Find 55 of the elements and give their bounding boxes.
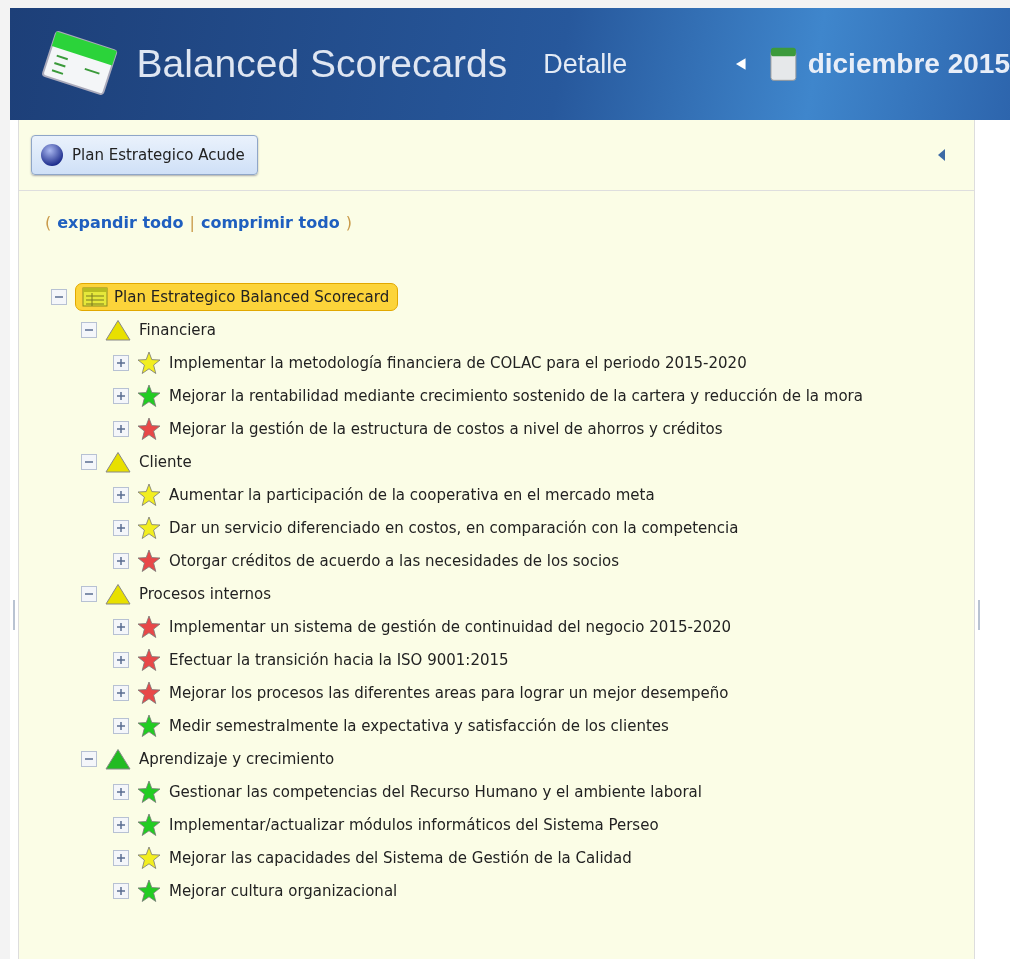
expand-toggle[interactable] [113, 651, 129, 668]
perspective-label[interactable]: Aprendizaje y crecimiento [139, 749, 335, 768]
perspective-label[interactable]: Financiera [139, 320, 216, 339]
objective-label[interactable]: Aumentar la participación de la cooperativa en el mercado meta [169, 485, 655, 504]
scorecard-icon [82, 286, 108, 307]
collapse-toggle[interactable] [81, 321, 97, 338]
collapse-toggle[interactable] [81, 585, 97, 602]
expand-toggle[interactable] [113, 387, 129, 404]
separator-text: | [189, 213, 195, 232]
collapse-toggle[interactable] [81, 750, 97, 767]
expand-toggle[interactable] [113, 849, 129, 866]
objective-label[interactable]: Mejorar cultura organizacional [169, 881, 398, 900]
objective-label[interactable]: Dar un servicio diferenciado en costos, en comparación con la competencia [169, 518, 739, 537]
collapse-toggle[interactable] [81, 453, 97, 470]
expand-toggle[interactable] [113, 354, 129, 371]
previous-arrow-icon[interactable] [735, 57, 747, 71]
collapse-all-link[interactable]: comprimir todo [200, 213, 340, 232]
sphere-icon [40, 143, 64, 167]
view-title: Detalle [543, 48, 628, 80]
objective-label[interactable]: Implementar la metodología financiera de COLAC para el periodo 2015-2020 [169, 353, 747, 372]
plan-button[interactable]: Plan Estrategico Acude [31, 135, 258, 175]
expand-toggle[interactable] [113, 882, 129, 899]
period-label[interactable]: diciembre 2015 [807, 48, 1010, 80]
objective-label[interactable]: Implementar/actualizar módulos informáticos del Sistema Perseo [169, 815, 659, 834]
objective-label[interactable]: Medir semestralmente la expectativa y satisfacción de los clientes [169, 716, 669, 735]
expand-toggle[interactable] [113, 684, 129, 701]
collapse-toggle[interactable] [51, 288, 67, 305]
objective-label[interactable]: Otorgar créditos de acuerdo a las necesidades de los socios [169, 551, 620, 570]
node-label: Plan Estrategico Balanced Scorecard [114, 287, 390, 306]
expand-toggle[interactable] [113, 816, 129, 833]
paren-text: ( [45, 213, 52, 232]
expand-toggle[interactable] [113, 552, 129, 569]
objective-label[interactable]: Gestionar las competencias del Recurso Humano y el ambiente laboral [169, 782, 702, 801]
objective-label[interactable]: Mejorar los procesos las diferentes areas para lograr un mejor desempeño [169, 683, 729, 702]
objective-label[interactable]: Efectuar la transición hacia la ISO 9001:2015 [169, 650, 509, 669]
expand-all-link[interactable]: expandir todo [57, 213, 184, 232]
expand-toggle[interactable] [113, 717, 129, 734]
expand-toggle[interactable] [113, 420, 129, 437]
collapse-arrow-icon[interactable] [937, 148, 946, 162]
objective-label[interactable]: Mejorar la gestión de la estructura de costos a nivel de ahorros y créditos [169, 419, 723, 438]
perspective-label[interactable]: Cliente [139, 452, 192, 471]
expand-toggle[interactable] [113, 618, 129, 635]
tree-node[interactable]: Plan Estrategico Balanced Scorecard [75, 282, 399, 311]
paren-text: ) [345, 213, 352, 232]
expand-toggle[interactable] [113, 519, 129, 536]
app-title: Balanced Scorecards [136, 42, 508, 86]
calendar-icon [768, 45, 798, 83]
expand-toggle[interactable] [113, 486, 129, 503]
perspective-label[interactable]: Procesos internos [139, 584, 272, 603]
objective-label[interactable]: Mejorar las capacidades del Sistema de Gestión de la Calidad [169, 848, 632, 867]
expand-toggle[interactable] [113, 783, 129, 800]
objective-label[interactable]: Mejorar la rentabilidad mediante crecimiento sostenido de la cartera y reducción de la mora [169, 386, 863, 405]
objective-label[interactable]: Implementar un sistema de gestión de continuidad del negocio 2015-2020 [169, 617, 732, 636]
splitter-handle[interactable] [978, 600, 980, 630]
splitter-handle[interactable] [13, 600, 15, 630]
